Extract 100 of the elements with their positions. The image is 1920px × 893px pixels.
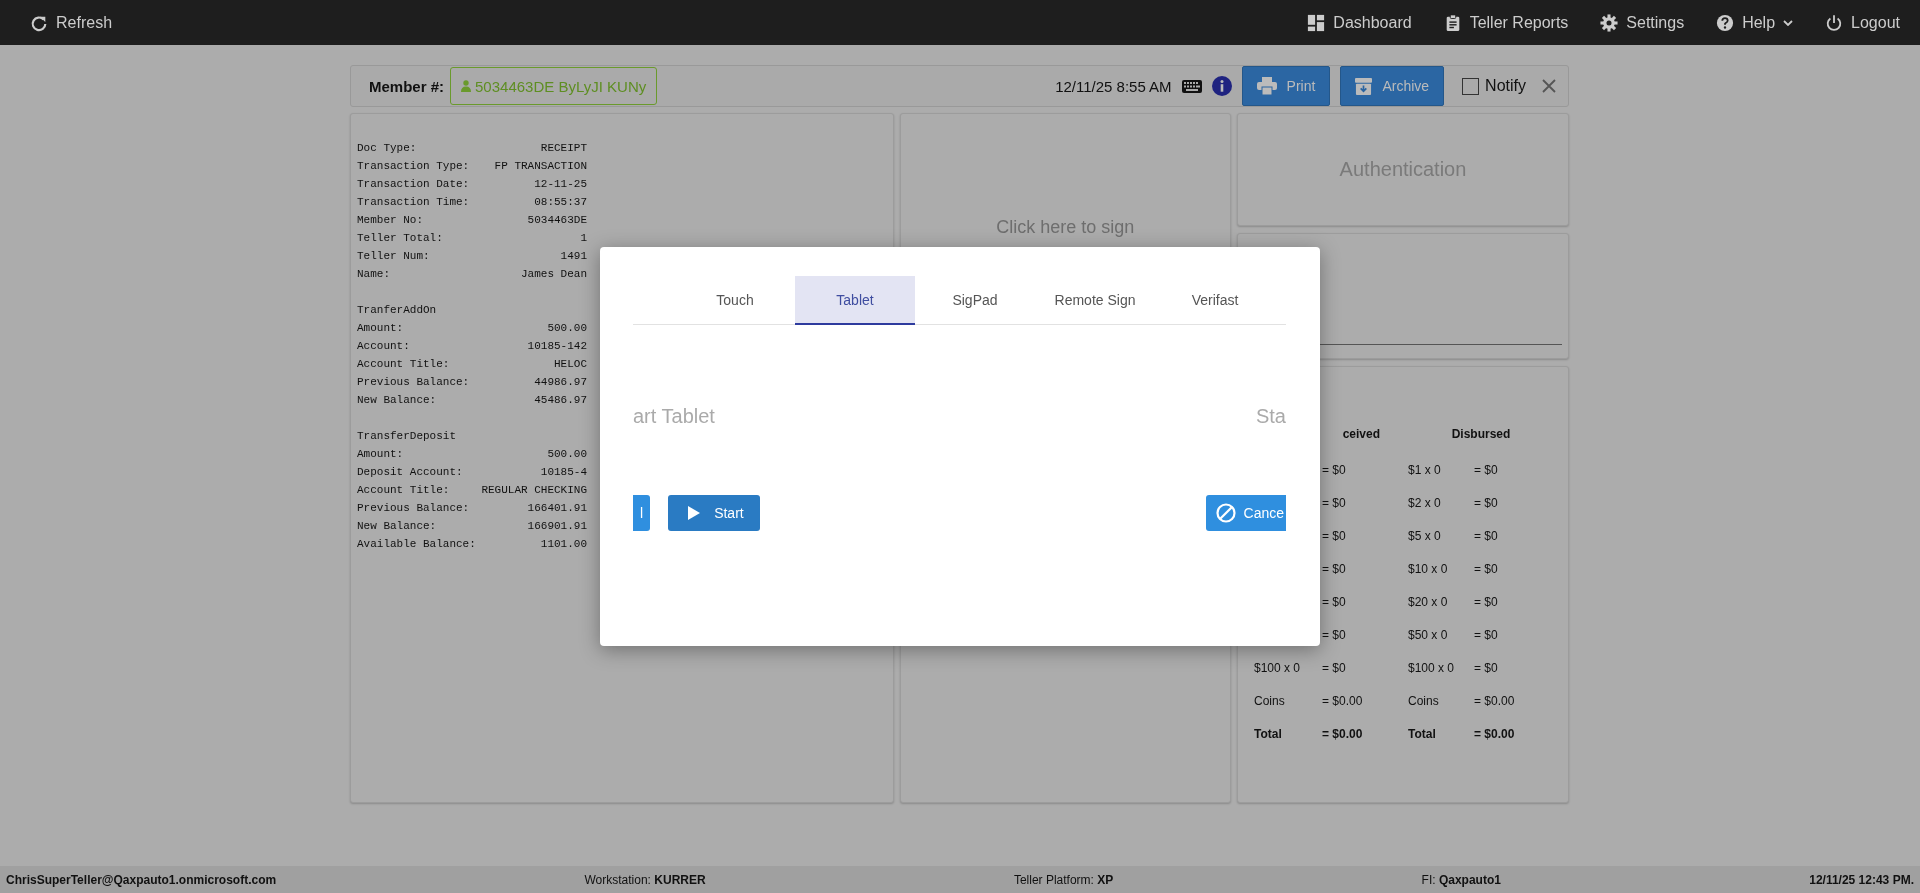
receipt-value: 45486.97: [534, 393, 587, 408]
receipt-label: Previous Balance:: [357, 501, 470, 516]
disbursed-heading: Disbursed: [1450, 427, 1512, 441]
logout-button[interactable]: Logout: [1825, 13, 1900, 32]
dialog-tab[interactable]: Remote Sign: [1035, 276, 1155, 324]
start-prompt: art Tablet: [633, 405, 715, 429]
disbursed-amount: = $0.00: [1474, 694, 1515, 708]
received-label: Coins: [1254, 694, 1285, 708]
notify-checkbox[interactable]: Notify: [1462, 77, 1526, 95]
play-icon: [688, 506, 701, 520]
receipt-value: 12-11-25: [534, 177, 587, 192]
dialog-tab[interactable]: Tablet: [795, 276, 915, 324]
receipt-label: New Balance:: [357, 519, 437, 534]
disbursed-amount: = $0: [1474, 628, 1498, 642]
receipt-label: Account Title:: [357, 483, 450, 498]
dialog-tab[interactable]: Verifast: [1155, 276, 1275, 324]
disbursed-amount: = $0: [1474, 562, 1498, 576]
status-time: 12/11/25 12:43 PM.: [1809, 872, 1914, 887]
receipt-value: 10185-4: [540, 465, 587, 480]
receipt-label: Transaction Type:: [357, 159, 470, 174]
receipt-label: Doc Type:: [357, 141, 417, 156]
received-amount: = $0: [1322, 463, 1346, 477]
disbursed-label: $5 x 0: [1408, 529, 1441, 543]
dialog-tab[interactable]: Touch: [675, 276, 795, 324]
disbursed-amount: = $0: [1474, 661, 1498, 675]
received-amount: = $0: [1322, 496, 1346, 510]
received-amount: = $0.00: [1322, 694, 1363, 708]
disbursed-amount: = $0: [1474, 463, 1498, 477]
receipt-value: 10185-142: [527, 339, 587, 354]
dashboard-button[interactable]: Dashboard: [1307, 13, 1412, 32]
member-label: Member #:: [369, 77, 445, 95]
close-icon[interactable]: [1542, 79, 1556, 93]
received-amount: = $0: [1322, 628, 1346, 642]
receipt-heading: TransferDeposit: [357, 429, 458, 444]
fi-text: FI: Qaxpauto1: [1421, 872, 1501, 887]
receipt-label: Teller Total:: [357, 231, 443, 246]
received-amount: = $0: [1322, 661, 1346, 675]
receipt-label: Member No:: [357, 213, 423, 228]
reports-button[interactable]: Teller Reports: [1443, 13, 1569, 32]
disbursed-label: Total: [1408, 727, 1436, 741]
keyboard-icon[interactable]: [1181, 79, 1202, 93]
platform-text: Teller Platform: XP: [1013, 872, 1114, 887]
received-label: Total: [1254, 727, 1282, 741]
disbursed-amount: = $0: [1474, 496, 1498, 510]
sign-prompt: Click here to sign: [996, 217, 1135, 239]
start-button[interactable]: Start: [668, 495, 760, 531]
received-label: $100 x 0: [1254, 661, 1301, 675]
disbursed-amount: = $0: [1474, 529, 1498, 543]
settings-button[interactable]: Settings: [1600, 13, 1685, 32]
receipt-label: Teller Num:: [357, 249, 430, 264]
received-amount: = $0: [1322, 529, 1346, 543]
receipt-value: 166401.91: [527, 501, 587, 516]
date-time: 12/11/25 8:55 AM: [1055, 77, 1172, 95]
info-icon[interactable]: [1211, 76, 1232, 96]
workstation-text: Workstation: KURRER: [584, 872, 706, 887]
archive-icon: [1355, 77, 1373, 95]
receipt-label: Previous Balance:: [357, 375, 470, 390]
cancel-icon: [1215, 503, 1236, 523]
receipt-value: 5034463DE: [527, 213, 587, 228]
disbursed-label: $20 x 0: [1408, 595, 1448, 609]
receipt-value: 500.00: [547, 321, 587, 336]
power-icon: [1825, 13, 1844, 32]
receipt-value: 166901.91: [527, 519, 587, 534]
receipt-value: RECEIPT: [540, 141, 587, 156]
receipt-value: 44986.97: [534, 375, 587, 390]
receipt-label: Name:: [357, 267, 390, 282]
disbursed-label: $50 x 0: [1408, 628, 1448, 642]
refresh-icon: [30, 13, 48, 32]
receipt-value: James Dean: [521, 267, 587, 282]
received-heading: ceived: [1341, 427, 1381, 441]
disbursed-label: $1 x 0: [1408, 463, 1441, 477]
disbursed-label: $100 x 0: [1408, 661, 1455, 675]
disbursed-label: Coins: [1408, 694, 1439, 708]
refresh-button[interactable]: Refresh: [30, 13, 113, 32]
disbursed-amount: = $0.00: [1474, 727, 1515, 741]
receipt-label: Account Title:: [357, 357, 450, 372]
receipt-value: 1491: [560, 249, 587, 264]
help-button[interactable]: Help: [1716, 13, 1794, 32]
help-icon: [1716, 13, 1735, 32]
disbursed-amount: = $0: [1474, 595, 1498, 609]
received-amount: = $0.00: [1322, 727, 1363, 741]
receipt-value: REGULAR CHECKING: [481, 483, 587, 498]
receipt-label: Amount:: [357, 447, 404, 462]
start-prompt: Sta: [1255, 405, 1286, 429]
receipt-label: Transaction Date:: [357, 177, 470, 192]
user-email: ChrisSuperTeller@Qaxpauto1.onmicrosoft.com: [6, 872, 277, 887]
receipt-label: Transaction Time:: [357, 195, 470, 210]
settings-icon: [1600, 13, 1619, 32]
receipt-value: 1: [580, 231, 587, 246]
receipt-label: Amount:: [357, 321, 404, 336]
receipt-label: Deposit Account:: [357, 465, 463, 480]
received-amount: = $0: [1322, 595, 1346, 609]
dialog-tab[interactable]: SigPad: [915, 276, 1035, 324]
receipt-label: Available Balance:: [357, 537, 476, 552]
receipt-heading: TranferAddOn: [357, 303, 438, 318]
receipt-value: HELOC: [554, 357, 587, 372]
disbursed-label: $2 x 0: [1408, 496, 1441, 510]
receipt-value: 500.00: [547, 447, 587, 462]
caret-icon: [1783, 19, 1794, 26]
received-amount: = $0: [1322, 562, 1346, 576]
